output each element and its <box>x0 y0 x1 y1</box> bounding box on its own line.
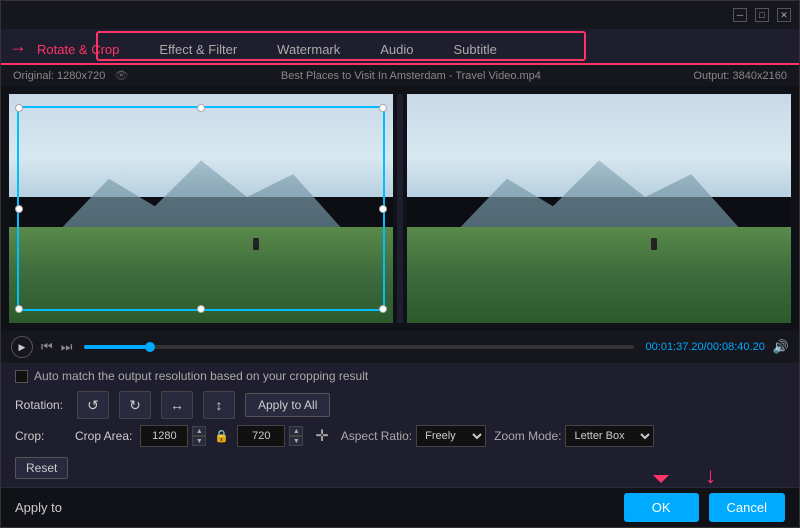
tab-rotate-crop[interactable]: Rotate & Crop <box>17 36 139 65</box>
lock-icon[interactable]: 🔒 <box>214 429 229 443</box>
flip-v-button[interactable]: ↕ <box>203 391 235 419</box>
output-figure <box>651 238 657 250</box>
crop-width-down[interactable]: ▼ <box>192 436 206 446</box>
volume-icon[interactable]: 🔊 <box>773 339 789 355</box>
ground-bg <box>9 227 393 323</box>
apply-to-label: Apply to <box>15 500 62 515</box>
minimize-button[interactable]: ─ <box>733 8 747 22</box>
figure-silhouette <box>253 238 259 250</box>
close-button[interactable]: ✕ <box>777 8 791 22</box>
crop-width-input[interactable] <box>140 425 188 447</box>
aspect-ratio-select[interactable]: Freely 16:9 4:3 1:1 <box>416 425 486 447</box>
rotation-row: Rotation: ↺ ↻ ↔ ↕ Apply to All <box>15 391 785 419</box>
tab-arrow-indicator: → <box>9 37 27 55</box>
tab-subtitle[interactable]: Subtitle <box>434 36 517 65</box>
apply-all-button[interactable]: Apply to All <box>245 393 330 417</box>
reset-button[interactable]: Reset <box>15 457 68 479</box>
cancel-button[interactable]: Cancel <box>709 493 785 522</box>
time-display: 00:01:37.20/00:08:40.20 <box>646 341 765 353</box>
video-info-bar: Original: 1280x720 👁 Best Places to Visi… <box>1 65 799 86</box>
crop-width-spinner: ▲ ▼ <box>192 426 206 446</box>
window-controls: ─ □ ✕ <box>733 8 791 22</box>
tab-audio[interactable]: Audio <box>360 36 433 65</box>
crop-width-input-group: ▲ ▼ <box>140 425 206 447</box>
rotate-cw-button[interactable]: ↻ <box>119 391 151 419</box>
flip-h-button[interactable]: ↔ <box>161 391 193 419</box>
crop-height-input[interactable] <box>237 425 285 447</box>
crop-row: Crop: Crop Area: ▲ ▼ 🔒 ▲ ▼ ✛ Aspect Rat <box>15 425 785 447</box>
crop-height-down[interactable]: ▼ <box>289 436 303 446</box>
progress-track[interactable] <box>84 345 633 349</box>
rotation-label: Rotation: <box>15 398 67 412</box>
progress-fill <box>84 345 150 349</box>
crop-area-label: Crop Area: <box>75 429 132 443</box>
original-res: Original: 1280x720 👁 <box>13 69 128 82</box>
auto-match-label: Auto match the output resolution based o… <box>34 369 368 383</box>
play-button[interactable]: ▶ <box>11 336 33 358</box>
crop-handle-ml[interactable] <box>15 205 23 213</box>
main-window: ─ □ ✕ → Rotate & Crop Effect & Filter Wa… <box>0 0 800 528</box>
ok-arrow-indicator: ↓ <box>705 465 716 487</box>
next-frame-button[interactable]: ⏭ <box>61 339 73 355</box>
output-res: Output: 3840x2160 <box>693 70 787 82</box>
maximize-button[interactable]: □ <box>755 8 769 22</box>
crop-width-up[interactable]: ▲ <box>192 426 206 436</box>
prev-frame-button[interactable]: ⏮ <box>41 339 53 355</box>
crop-handle-mr[interactable] <box>379 205 387 213</box>
tab-effect-filter[interactable]: Effect & Filter <box>139 36 257 65</box>
aspect-ratio-group: Aspect Ratio: Freely 16:9 4:3 1:1 <box>341 425 486 447</box>
video-area: Original: 1280x720 👁 Best Places to Visi… <box>1 65 799 363</box>
auto-match-row: Auto match the output resolution based o… <box>15 369 785 383</box>
crop-height-spinner: ▲ ▼ <box>289 426 303 446</box>
crop-height-up[interactable]: ▲ <box>289 426 303 436</box>
output-video-panel <box>407 94 791 323</box>
filename: Best Places to Visit In Amsterdam - Trav… <box>281 70 541 82</box>
video-divider <box>397 94 403 323</box>
original-video-panel <box>9 94 393 323</box>
progress-thumb[interactable] <box>145 342 155 352</box>
zoom-mode-group: Zoom Mode: Letter Box Pan & Scan Full <box>494 425 654 447</box>
eye-icon[interactable]: 👁 <box>114 70 128 82</box>
bottom-bar: Apply to ↓ OK Cancel <box>1 487 799 527</box>
controls-area: Auto match the output resolution based o… <box>1 363 799 487</box>
zoom-mode-label: Zoom Mode: <box>494 429 561 443</box>
auto-match-checkbox[interactable] <box>15 370 28 383</box>
aspect-ratio-label: Aspect Ratio: <box>341 429 412 443</box>
move-icon[interactable]: ✛ <box>315 426 328 446</box>
tab-watermark[interactable]: Watermark <box>257 36 360 65</box>
output-ground-bg <box>407 227 791 323</box>
ok-button[interactable]: OK <box>624 493 699 522</box>
crop-label: Crop: <box>15 429 67 443</box>
crop-height-input-group: ▲ ▼ <box>237 425 303 447</box>
video-panels <box>1 86 799 331</box>
rotate-ccw-button[interactable]: ↺ <box>77 391 109 419</box>
playback-bar: ▶ ⏮ ⏭ 00:01:37.20/00:08:40.20 🔊 <box>1 331 799 363</box>
zoom-mode-select[interactable]: Letter Box Pan & Scan Full <box>565 425 654 447</box>
title-bar: ─ □ ✕ <box>1 1 799 29</box>
tab-bar: → Rotate & Crop Effect & Filter Watermar… <box>1 29 799 65</box>
